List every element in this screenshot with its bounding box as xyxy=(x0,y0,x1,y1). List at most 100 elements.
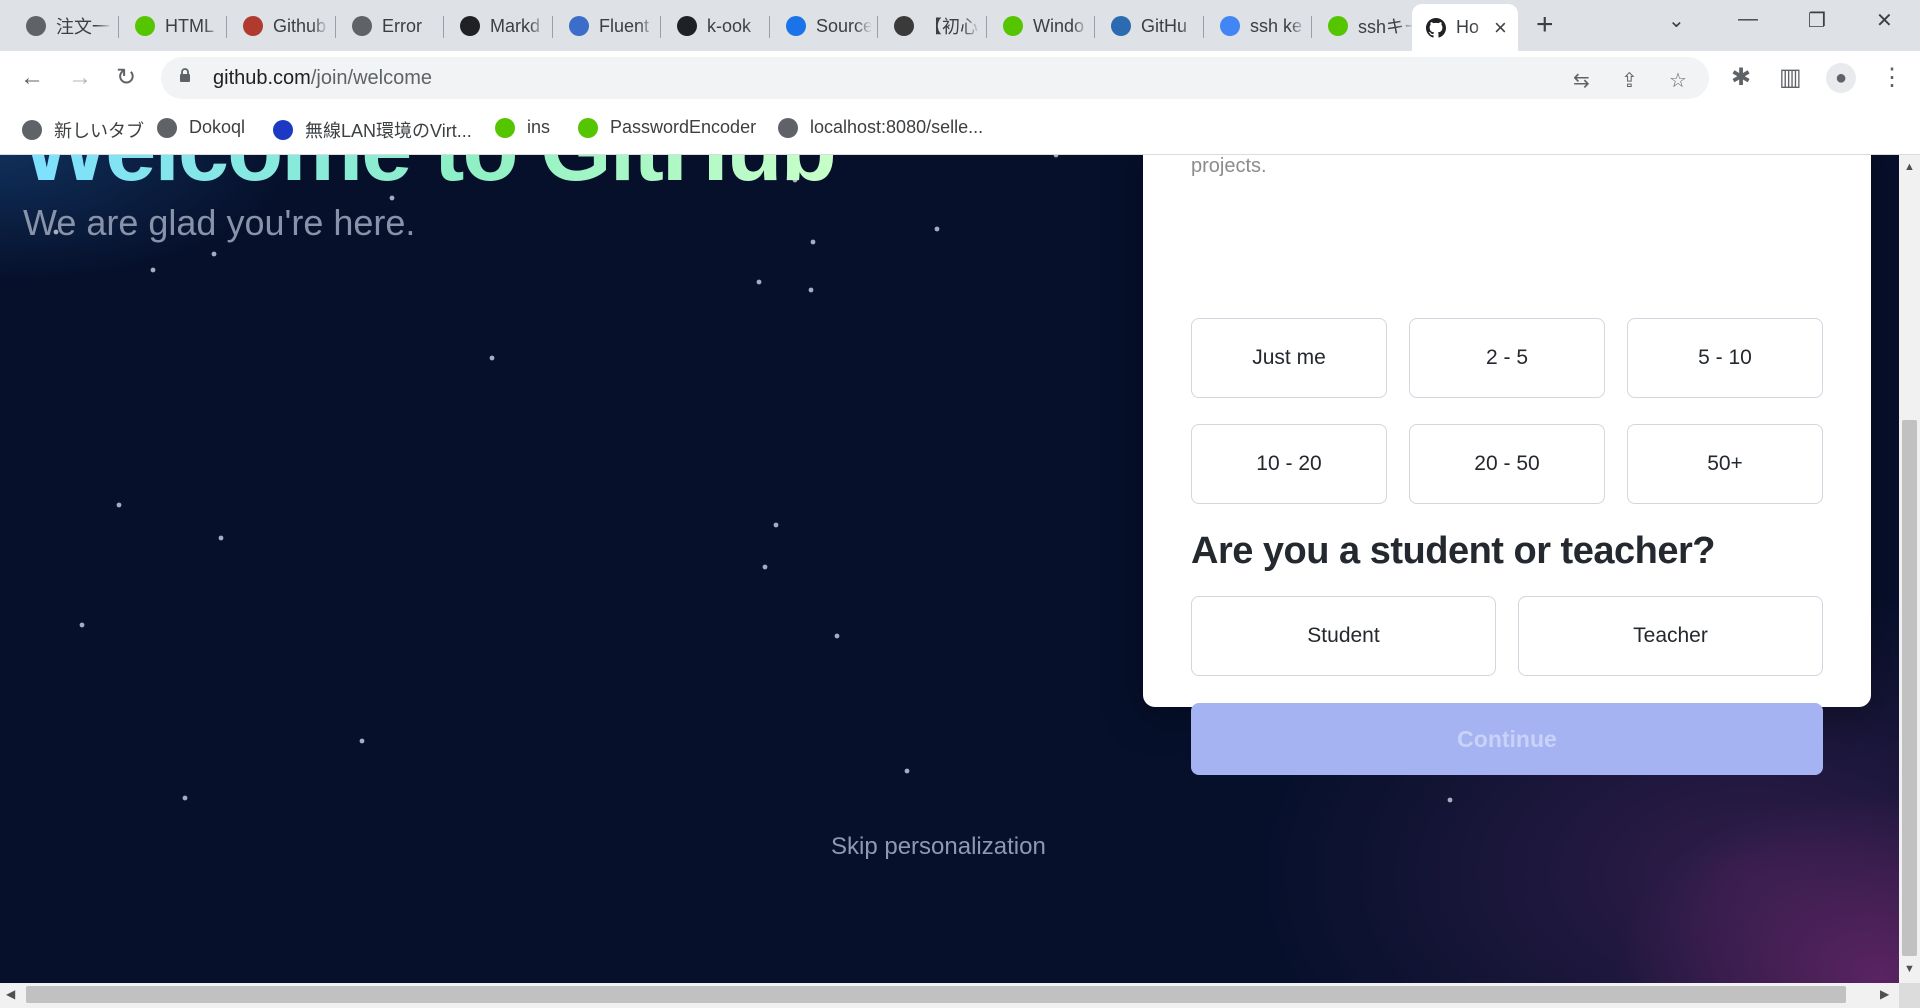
role-student-button[interactable]: Student xyxy=(1191,596,1496,676)
tab-6[interactable]: Fluent xyxy=(555,9,659,43)
role-teacher-button[interactable]: Teacher xyxy=(1518,596,1823,676)
bookmark-item[interactable]: 無線LAN環境のVirt... xyxy=(273,117,472,143)
tab-separator xyxy=(443,16,444,38)
tab-5[interactable]: Markd xyxy=(446,9,550,43)
tab-10[interactable]: Windo xyxy=(989,9,1093,43)
welcome-subtitle: We are glad you're here. xyxy=(23,202,416,243)
avatar-icon xyxy=(243,16,263,36)
restore-icon[interactable]: ❐ xyxy=(1808,8,1826,33)
tab-8[interactable]: Source xyxy=(772,9,876,43)
team-size-20-50[interactable]: 20 - 50 xyxy=(1409,424,1605,504)
browser-toolbar: ← → ↻ github.com/join/welcome ⇆ ⇪ ☆ ✱ ▥ … xyxy=(0,51,1920,105)
extensions-icon[interactable]: ✱ xyxy=(1731,63,1751,93)
tab-title: HTML xyxy=(165,15,214,36)
team-size-5-10[interactable]: 5 - 10 xyxy=(1627,318,1823,398)
tab-separator xyxy=(769,16,770,38)
tab-title: Ho xyxy=(1456,17,1480,37)
bookmark-item[interactable]: localhost:8080/selle... xyxy=(778,117,983,138)
new-tab-button[interactable]: + xyxy=(1536,9,1554,41)
tab-11[interactable]: GitHu xyxy=(1097,9,1201,43)
tab-title: k-ook xyxy=(707,15,752,36)
bookmark-item[interactable]: 新しいタブ xyxy=(22,117,144,143)
tab-title: GitHu xyxy=(1141,15,1188,36)
welcome-heading: Welcome to GitHub xyxy=(22,155,837,202)
tab-4[interactable]: Error xyxy=(338,9,442,43)
translate-icon[interactable]: ⇆ xyxy=(1573,68,1590,93)
tab-title: ssh ke xyxy=(1250,15,1303,36)
tab-separator xyxy=(226,16,227,38)
team-size-50-plus[interactable]: 50+ xyxy=(1627,424,1823,504)
close-window-icon[interactable]: ✕ xyxy=(1876,8,1893,33)
shield-icon xyxy=(1111,16,1131,36)
bookmark-label: 無線LAN環境のVirt... xyxy=(305,121,472,141)
tab-title: Error xyxy=(382,15,422,36)
tab-active[interactable]: Ho × xyxy=(1412,4,1518,51)
bookmark-label: 新しいタブ xyxy=(54,121,144,141)
horizontal-scroll-thumb[interactable] xyxy=(26,986,1846,1003)
globe-icon xyxy=(26,16,46,36)
reload-icon[interactable]: ↻ xyxy=(116,63,136,93)
minimize-icon[interactable]: — xyxy=(1738,8,1758,31)
profile-avatar-icon[interactable]: ● xyxy=(1826,63,1856,93)
qiita-icon xyxy=(495,117,515,138)
tab-strip: 注文一 HTML Github Error Markd Fluent k-ook Source… xyxy=(0,0,1920,51)
tab-separator xyxy=(1203,16,1204,38)
tab-13[interactable]: sshキー xyxy=(1314,9,1418,43)
menu-kebab-icon[interactable]: ⋮ xyxy=(1880,63,1904,93)
scroll-up-arrow-icon[interactable]: ▲ xyxy=(1904,161,1915,173)
bookmark-item[interactable]: ins xyxy=(495,117,550,138)
continue-button[interactable]: Continue xyxy=(1191,703,1823,775)
tab-3[interactable]: Github xyxy=(229,9,333,43)
team-size-just-me[interactable]: Just me xyxy=(1191,318,1387,398)
thumbnail-icon xyxy=(894,16,914,36)
tab-7[interactable]: k-ook xyxy=(663,9,767,43)
scroll-left-arrow-icon[interactable]: ◀ xyxy=(6,987,15,1001)
tab-title: Markd xyxy=(490,15,541,36)
github-icon xyxy=(677,16,697,36)
bookmark-label: localhost:8080/selle... xyxy=(810,117,984,137)
globe-icon xyxy=(157,117,177,138)
markdown-icon xyxy=(460,16,480,36)
url-text: github.com/join/welcome xyxy=(213,67,433,89)
share-icon[interactable]: ⇪ xyxy=(1621,68,1638,93)
tab-separator xyxy=(660,16,661,38)
globe-icon xyxy=(22,120,42,140)
tab-separator xyxy=(877,16,878,38)
tab-title: Source xyxy=(816,15,872,36)
vertical-scroll-thumb[interactable] xyxy=(1902,420,1917,956)
bookmarks-bar: 新しいタブ Dokoql 無線LAN環境のVirt... ins PasswordEnc… xyxy=(0,105,1920,155)
tab-9[interactable]: 【初心 xyxy=(880,9,984,43)
tab-title: Github xyxy=(273,15,327,36)
bookmark-label: ins xyxy=(527,117,551,137)
tab-1[interactable]: 注文一 xyxy=(12,9,116,43)
globe-icon xyxy=(778,117,798,138)
vertical-scrollbar[interactable]: ▲ ▼ xyxy=(1899,155,1920,983)
bookmark-item[interactable]: PasswordEncoder xyxy=(578,117,756,138)
lock-icon xyxy=(180,68,190,82)
side-panel-icon[interactable]: ▥ xyxy=(1779,63,1802,93)
horizontal-scrollbar[interactable]: ◀ ▶ xyxy=(0,983,1899,1008)
team-size-10-20[interactable]: 10 - 20 xyxy=(1191,424,1387,504)
qiita-icon xyxy=(1328,16,1348,36)
scroll-down-arrow-icon[interactable]: ▼ xyxy=(1904,963,1915,975)
bookmark-label: Dokoql xyxy=(189,117,246,137)
tab-separator xyxy=(1094,16,1095,38)
tab-2[interactable]: HTML xyxy=(121,9,225,43)
close-tab-icon[interactable]: × xyxy=(1494,16,1507,39)
scrollbar-corner xyxy=(1899,983,1920,1008)
star-icon[interactable]: ☆ xyxy=(1669,68,1687,93)
tab-title: sshキー xyxy=(1358,17,1414,37)
skip-personalization-link[interactable]: Skip personalization xyxy=(831,833,1046,861)
scroll-right-arrow-icon[interactable]: ▶ xyxy=(1880,987,1889,1001)
back-icon[interactable]: ← xyxy=(20,63,44,93)
team-size-2-5[interactable]: 2 - 5 xyxy=(1409,318,1605,398)
tab-12[interactable]: ssh ke xyxy=(1206,9,1310,43)
yahoo-icon xyxy=(273,120,293,140)
bookmark-item[interactable]: Dokoql xyxy=(157,117,245,138)
globe-icon xyxy=(352,16,372,36)
forward-icon[interactable]: → xyxy=(68,63,92,93)
qiita-icon xyxy=(578,117,598,138)
tab-search-icon[interactable]: ⌄ xyxy=(1668,8,1685,33)
address-bar[interactable]: github.com/join/welcome ⇆ ⇪ ☆ xyxy=(161,57,1709,99)
tab-title: Windo xyxy=(1033,15,1085,36)
